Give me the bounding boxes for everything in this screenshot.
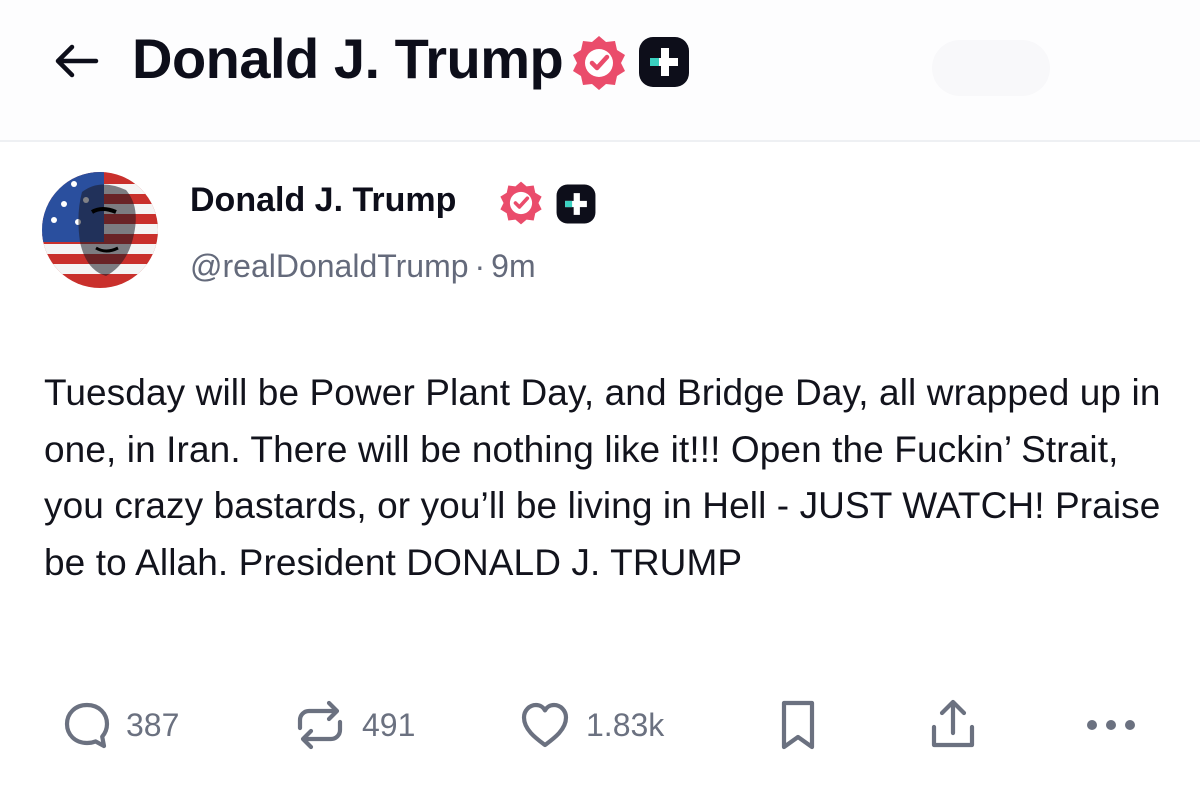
more-options-button[interactable] xyxy=(1084,697,1138,753)
meta-separator: · xyxy=(474,248,486,284)
share-button[interactable] xyxy=(926,697,980,753)
back-button[interactable] xyxy=(46,36,106,86)
plus-badge-icon xyxy=(556,184,596,224)
like-count: 1.83k xyxy=(586,706,665,743)
follow-button-placeholder[interactable] xyxy=(932,40,1050,96)
page-header: Donald J. Trump xyxy=(0,0,1200,142)
arrow-left-icon xyxy=(55,44,99,78)
heart-icon xyxy=(516,698,574,752)
share-upload-icon xyxy=(926,697,980,753)
avatar-image xyxy=(42,172,158,288)
post-time[interactable]: 9m xyxy=(491,248,535,284)
bookmark-button[interactable] xyxy=(776,697,820,753)
reply-count: 387 xyxy=(126,706,180,743)
reply-button[interactable]: 387 xyxy=(60,697,179,753)
repost-count: 491 xyxy=(362,706,416,743)
plus-badge-icon xyxy=(639,37,689,87)
post-meta: @realDonaldTrump · 9m xyxy=(190,245,536,287)
verified-badge-icon xyxy=(573,36,625,90)
bookmark-icon xyxy=(776,697,820,753)
comment-bubble-icon xyxy=(60,698,114,752)
page-title: Donald J. Trump xyxy=(132,27,564,90)
avatar[interactable] xyxy=(42,172,158,288)
repost-arrows-icon xyxy=(290,698,350,752)
repost-button[interactable]: 491 xyxy=(290,697,415,753)
author-name[interactable]: Donald J. Trump xyxy=(190,178,456,222)
author-handle[interactable]: @realDonaldTrump xyxy=(190,248,469,284)
like-button[interactable]: 1.83k xyxy=(516,697,664,753)
verified-badge-icon xyxy=(500,181,542,225)
post-text: Tuesday will be Power Plant Day, and Bri… xyxy=(44,372,1161,583)
more-dots-icon xyxy=(1084,715,1138,735)
